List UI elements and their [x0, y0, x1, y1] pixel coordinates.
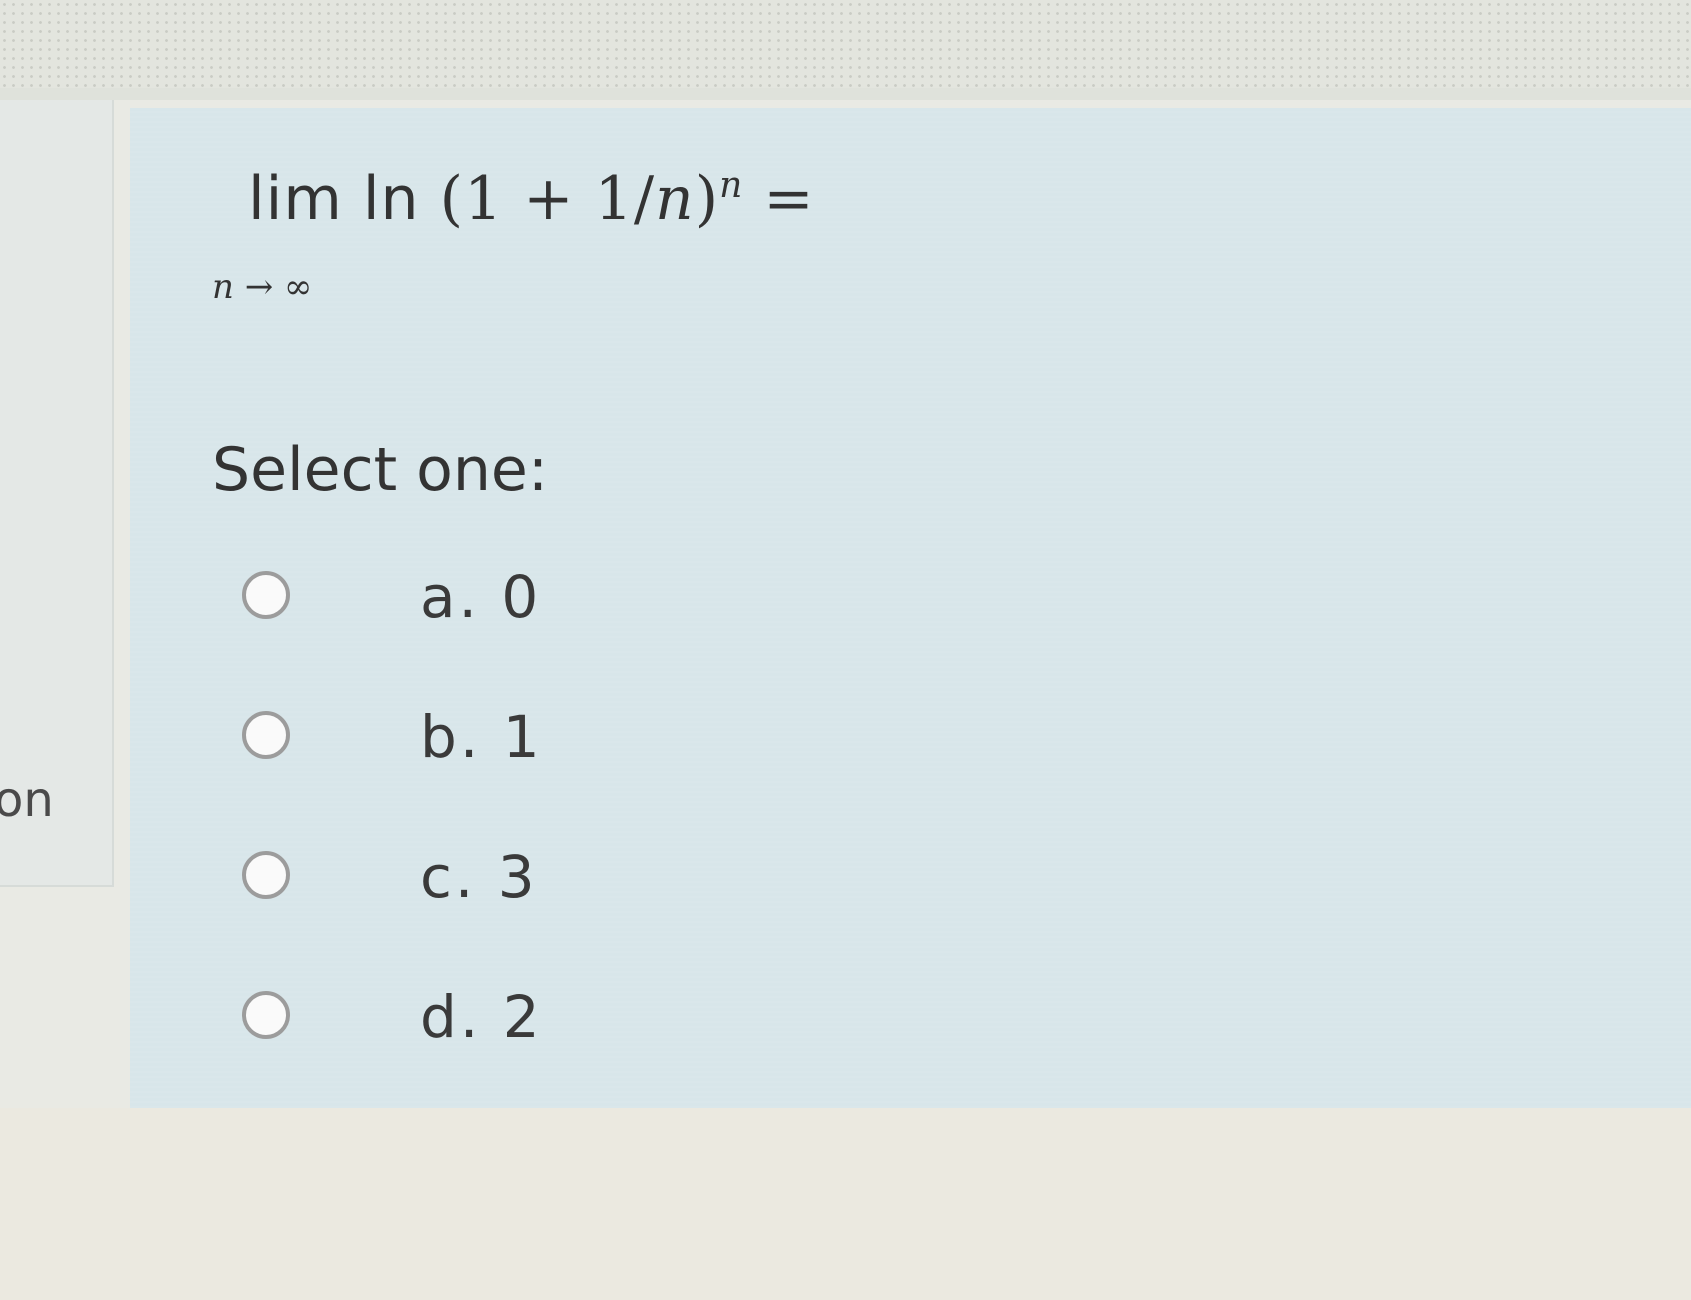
subscript-variable: n: [212, 267, 234, 307]
option-c[interactable]: c. 3: [240, 848, 940, 988]
left-side-panel: [0, 100, 114, 887]
expression-close: ): [694, 164, 720, 234]
radio-button-b[interactable]: [242, 711, 290, 759]
option-d-label[interactable]: d. 2: [420, 988, 543, 1046]
formula-main-line: lim ln (1 + 1/n)n =: [248, 165, 815, 230]
select-one-prompt: Select one:: [212, 435, 549, 505]
equals-sign: =: [763, 164, 815, 234]
radio-button-a[interactable]: [242, 571, 290, 619]
expression-variable: n: [655, 164, 695, 234]
option-b-label[interactable]: b. 1: [420, 708, 543, 766]
subscript-arrow-infinity: → ∞: [244, 267, 313, 307]
top-strip-divider: [0, 88, 1691, 100]
option-b[interactable]: b. 1: [240, 708, 940, 848]
exponent: n: [719, 165, 744, 206]
left-panel-text-fragment: on: [0, 772, 54, 828]
radio-button-d[interactable]: [242, 991, 290, 1039]
lim-operator: lim: [248, 164, 343, 234]
expression-open: (1 + 1/: [439, 164, 656, 234]
answer-options: a. 0 b. 1 c. 3 d. 2: [240, 568, 940, 1128]
option-a-label[interactable]: a. 0: [420, 568, 541, 626]
option-a[interactable]: a. 0: [240, 568, 940, 708]
radio-button-c[interactable]: [242, 851, 290, 899]
limit-subscript: n → ∞: [212, 270, 312, 304]
option-d[interactable]: d. 2: [240, 988, 940, 1128]
top-dotted-strip: [0, 0, 1691, 100]
ln-operator: ln: [362, 164, 420, 234]
option-c-label[interactable]: c. 3: [420, 848, 538, 906]
bottom-background: [0, 1108, 1691, 1300]
